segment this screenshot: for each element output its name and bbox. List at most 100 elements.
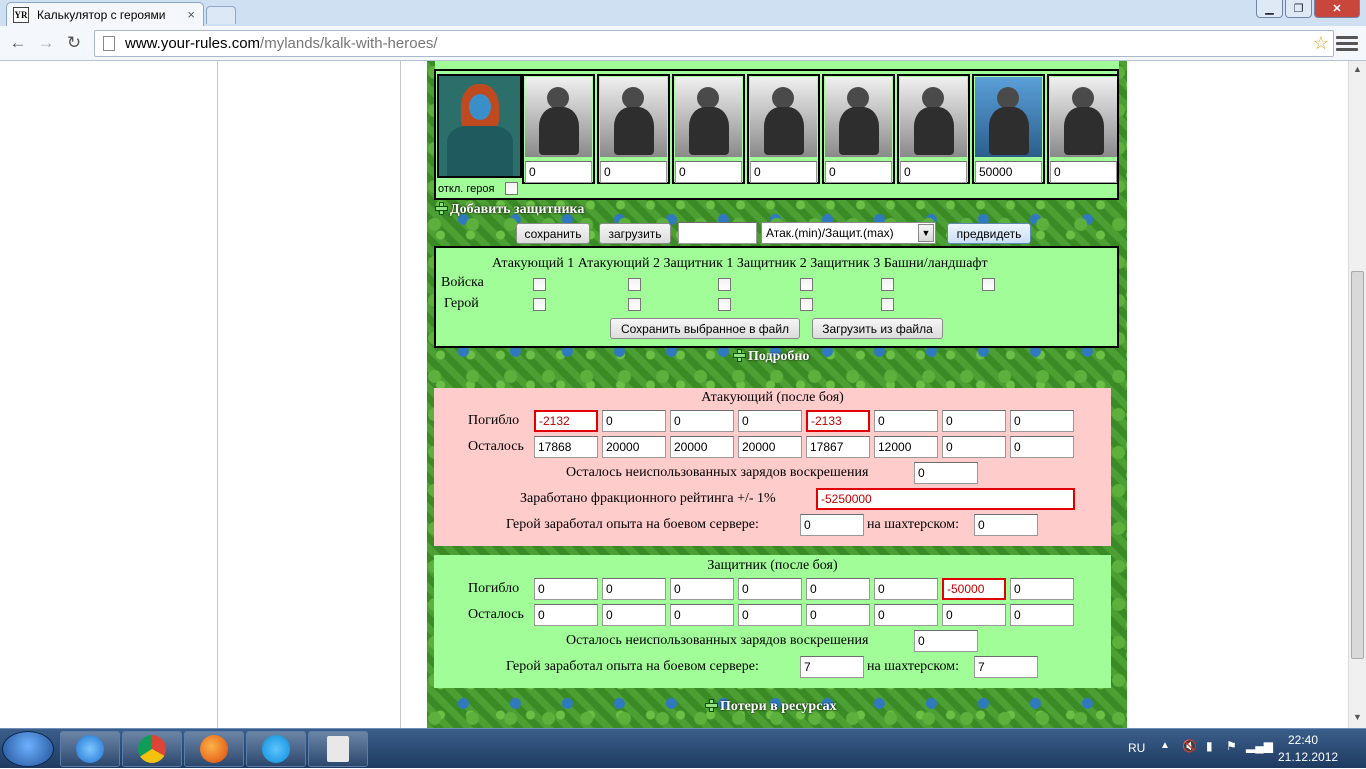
chevron-down-icon[interactable]: ▼ xyxy=(918,224,934,242)
defender-unit-count-1[interactable] xyxy=(525,161,592,183)
clock-time[interactable]: 22:40 xyxy=(1288,733,1318,747)
taskbar-ie[interactable] xyxy=(60,731,120,767)
attacker-exp-mining-input[interactable] xyxy=(974,514,1038,536)
reload-icon[interactable]: ↻ xyxy=(62,32,86,54)
language-indicator[interactable]: RU xyxy=(1128,741,1145,755)
defender-lost-2[interactable] xyxy=(602,578,666,600)
tab-close-icon[interactable]: × xyxy=(187,7,195,22)
defender-unit-count-7[interactable] xyxy=(975,161,1042,183)
scroll-down-icon[interactable]: ▼ xyxy=(1353,712,1362,722)
defender-left-1[interactable] xyxy=(534,604,598,626)
attacker-lost-5[interactable] xyxy=(806,410,870,432)
defender-left-3[interactable] xyxy=(670,604,734,626)
load-button[interactable]: загрузить xyxy=(599,223,671,244)
attacker-left-1[interactable] xyxy=(534,436,598,458)
resource-loss-link[interactable]: Потери в ресурсах xyxy=(705,699,837,715)
defender-lost-1[interactable] xyxy=(534,578,598,600)
menu-icon[interactable] xyxy=(1336,32,1358,54)
taskbar-skype[interactable] xyxy=(246,731,306,767)
defender-exp-mining-input[interactable] xyxy=(974,656,1038,678)
new-tab-button[interactable] xyxy=(206,6,236,24)
browser-tab[interactable]: YR Калькулятор с героями × xyxy=(6,2,204,26)
troops-attacker1-checkbox[interactable] xyxy=(533,278,546,291)
forward-arrow-icon[interactable]: → xyxy=(34,32,58,54)
attacker-lost-4[interactable] xyxy=(738,410,802,432)
defender-resurrect-input[interactable] xyxy=(914,630,978,652)
defender-lost-4[interactable] xyxy=(738,578,802,600)
attacker-left-8[interactable] xyxy=(1010,436,1074,458)
save-to-file-button[interactable]: Сохранить выбранное в файл xyxy=(610,318,800,339)
defender-exp-battle-input[interactable] xyxy=(800,656,864,678)
scroll-thumb[interactable] xyxy=(1351,271,1364,659)
defender-left-5[interactable] xyxy=(806,604,870,626)
attacker-left-2[interactable] xyxy=(602,436,666,458)
save-name-input[interactable] xyxy=(678,222,757,244)
defender-unit-count-6[interactable] xyxy=(900,161,967,183)
attacker-lost-3[interactable] xyxy=(670,410,734,432)
back-arrow-icon[interactable]: ← xyxy=(6,32,30,54)
tray-expand-icon[interactable]: ▲ xyxy=(1160,740,1170,751)
scroll-up-icon[interactable]: ▲ xyxy=(1353,64,1362,74)
defender-unit-count-3[interactable] xyxy=(675,161,742,183)
close-window-icon[interactable]: ✕ xyxy=(1314,0,1360,18)
troops-defender3-checkbox[interactable] xyxy=(881,278,894,291)
page-scrollbar[interactable]: ▲ ▼ xyxy=(1348,61,1366,728)
defender-lost-6[interactable] xyxy=(874,578,938,600)
hero-defender1-checkbox[interactable] xyxy=(718,298,731,311)
attacker-lost-1[interactable] xyxy=(534,410,598,432)
defender-unit-count-5[interactable] xyxy=(825,161,892,183)
hero-portrait[interactable] xyxy=(437,74,522,178)
attacker-exp-battle-input[interactable] xyxy=(800,514,864,536)
save-button[interactable]: сохранить xyxy=(516,223,590,244)
flag-icon[interactable]: ⚑ xyxy=(1226,739,1237,753)
defender-left-8[interactable] xyxy=(1010,604,1074,626)
attacker-lost-6[interactable] xyxy=(874,410,938,432)
attacker-left-5[interactable] xyxy=(806,436,870,458)
start-button[interactable] xyxy=(2,731,54,767)
attacker-lost-2[interactable] xyxy=(602,410,666,432)
taskbar-chrome[interactable] xyxy=(122,731,182,767)
volume-icon[interactable]: 🔇 xyxy=(1182,739,1197,753)
hero-attacker1-checkbox[interactable] xyxy=(533,298,546,311)
hero-defender3-checkbox[interactable] xyxy=(881,298,894,311)
troops-defender1-checkbox[interactable] xyxy=(718,278,731,291)
hero-defender2-checkbox[interactable] xyxy=(800,298,813,311)
predict-button[interactable]: предвидеть xyxy=(947,223,1031,244)
bookmark-star-icon[interactable]: ☆ xyxy=(1313,33,1329,54)
hero-attacker2-checkbox[interactable] xyxy=(628,298,641,311)
taskbar-app[interactable] xyxy=(308,731,368,767)
defender-lost-5[interactable] xyxy=(806,578,870,600)
clock-date[interactable]: 21.12.2012 xyxy=(1278,750,1338,764)
attacker-resurrect-input[interactable] xyxy=(914,462,978,484)
defender-lost-8[interactable] xyxy=(1010,578,1074,600)
signal-icon[interactable]: ▂▄▆ xyxy=(1246,739,1273,753)
attacker-left-4[interactable] xyxy=(738,436,802,458)
troops-defender2-checkbox[interactable] xyxy=(800,278,813,291)
defender-left-7[interactable] xyxy=(942,604,1006,626)
mode-select[interactable]: Атак.(min)/Защит.(max) ▼ xyxy=(761,222,936,244)
troops-attacker2-checkbox[interactable] xyxy=(628,278,641,291)
defender-lost-3[interactable] xyxy=(670,578,734,600)
taskbar-firefox[interactable] xyxy=(184,731,244,767)
defender-left-6[interactable] xyxy=(874,604,938,626)
attacker-rating-input[interactable] xyxy=(816,488,1075,510)
defender-unit-count-2[interactable] xyxy=(600,161,667,183)
details-link[interactable]: Подробно xyxy=(733,349,809,365)
hero-disable-checkbox[interactable] xyxy=(505,182,518,195)
defender-unit-count-8[interactable] xyxy=(1050,161,1117,183)
network-icon[interactable]: ▮ xyxy=(1206,739,1213,753)
towers-landscape-checkbox[interactable] xyxy=(982,278,995,291)
address-bar[interactable]: www.your-rules.com/mylands/kalk-with-her… xyxy=(94,30,1334,57)
minimize-icon[interactable]: ▁ xyxy=(1256,0,1283,18)
attacker-left-7[interactable] xyxy=(942,436,1006,458)
defender-unit-count-4[interactable] xyxy=(750,161,817,183)
maximize-icon[interactable]: ❐ xyxy=(1285,0,1312,18)
defender-lost-7[interactable] xyxy=(942,578,1006,600)
add-defender-link[interactable]: Добавить защитника xyxy=(435,202,584,218)
load-from-file-button[interactable]: Загрузить из файла xyxy=(812,318,943,339)
attacker-lost-7[interactable] xyxy=(942,410,1006,432)
attacker-lost-8[interactable] xyxy=(1010,410,1074,432)
attacker-left-6[interactable] xyxy=(874,436,938,458)
defender-left-2[interactable] xyxy=(602,604,666,626)
attacker-left-3[interactable] xyxy=(670,436,734,458)
